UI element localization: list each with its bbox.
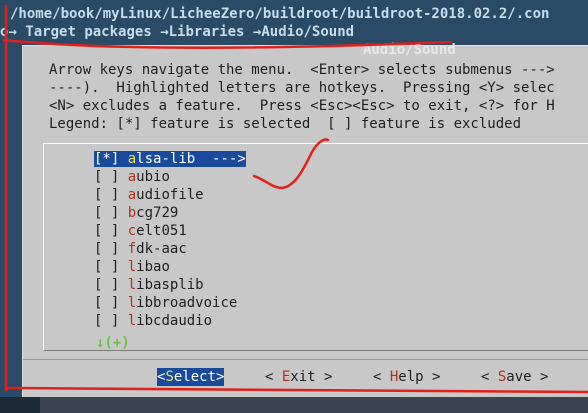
help-line: <N> excludes a feature. Press <Esc><Esc>… — [49, 98, 555, 114]
exit-button[interactable]: < Exit > — [265, 368, 332, 386]
menu-item-libcdaudio[interactable]: [ ] libcdaudio — [94, 312, 212, 330]
menu-item-celt051[interactable]: [ ] celt051 — [94, 222, 187, 240]
hotkey: l — [127, 277, 137, 293]
breadcrumb-arrow-icon: → — [160, 24, 169, 40]
dialog-title: Audio/Sound — [363, 42, 456, 58]
select-button[interactable]: <Select> — [157, 368, 225, 386]
menu-item-label: cg729 — [136, 205, 179, 221]
hotkey: b — [127, 205, 137, 221]
menu-item-label: ubio — [136, 169, 170, 185]
terminal-title-path: /home/book/myLinux/LicheeZero/buildroot/… — [10, 6, 550, 22]
menu-item-audiofile[interactable]: [ ] audiofile — [94, 186, 204, 204]
checkbox[interactable]: [ ] — [94, 277, 119, 293]
menu-item-label: ibbroadvoice — [136, 295, 238, 311]
checkbox[interactable]: [ ] — [94, 223, 119, 239]
menu-item-label: ibasplib — [136, 277, 204, 293]
menu-item-aubio[interactable]: [ ] aubio — [94, 168, 170, 186]
menu-item-label: lsa-lib ---> — [136, 151, 246, 167]
help-text: Arrow keys navigate the menu. <Enter> se… — [49, 61, 555, 133]
help-line: ----). Highlighted letters are hotkeys. … — [49, 80, 555, 96]
menu-item-bcg729[interactable]: [ ] bcg729 — [94, 204, 178, 222]
menu-item-label: dk-aac — [136, 241, 187, 257]
hotkey: a — [127, 187, 137, 203]
checkbox[interactable]: [ ] — [94, 187, 119, 203]
checkbox[interactable]: [ ] — [94, 205, 119, 221]
hotkey: a — [127, 151, 137, 167]
button-separator — [23, 359, 588, 360]
menuconfig-dialog: Audio/Sound Arrow keys navigate the menu… — [22, 42, 588, 398]
menu-list: [*] alsa-lib ---> [ ] aubio [ ] audiofil… — [43, 143, 588, 351]
hotkey: l — [127, 295, 137, 311]
checkbox[interactable]: [*] — [94, 151, 119, 167]
checkbox[interactable]: [ ] — [94, 241, 119, 257]
checkbox[interactable]: [ ] — [94, 295, 119, 311]
breadcrumb-item-target-packages: Target packages — [25, 24, 152, 40]
menu-item-label: ibao — [136, 259, 170, 275]
hotkey: f — [127, 241, 137, 257]
breadcrumb-item-libraries: Libraries — [168, 24, 245, 40]
checkbox[interactable]: [ ] — [94, 169, 119, 185]
menu-item-label: elt051 — [136, 223, 187, 239]
breadcrumb-item-audio-sound: Audio/Sound — [261, 24, 355, 40]
more-items-indicator: ↓(+) — [96, 335, 130, 351]
checkbox[interactable]: [ ] — [94, 313, 119, 329]
help-line: Arrow keys navigate the menu. <Enter> se… — [49, 62, 555, 78]
menu-item-libasplib[interactable]: [ ] libasplib — [94, 276, 204, 294]
hotkey: c — [127, 223, 137, 239]
menu-item-libao[interactable]: [ ] libao — [94, 258, 170, 276]
help-line: Legend: [*] feature is selected [ ] feat… — [49, 116, 522, 132]
hotkey: a — [127, 169, 137, 185]
terminal-bottom-strip — [0, 397, 588, 413]
save-button[interactable]: < Save > — [481, 368, 548, 386]
menu-item-label: ibcdaudio — [136, 313, 213, 329]
hotkey: l — [127, 259, 137, 275]
menu-item-label: udiofile — [136, 187, 204, 203]
hotkey: l — [127, 313, 137, 329]
menu-item-alsa-lib[interactable]: [*] alsa-lib ---> — [94, 150, 246, 168]
menu-item-libbroadvoice[interactable]: [ ] libbroadvoice — [94, 294, 237, 312]
help-button[interactable]: < Help > — [373, 368, 440, 386]
checkbox[interactable]: [ ] — [94, 259, 119, 275]
menu-item-fdk-aac[interactable]: [ ] fdk-aac — [94, 240, 187, 258]
breadcrumb: o→ Target packages →Libraries →Audio/Sou… — [0, 22, 588, 42]
breadcrumb-arrow-icon: → — [8, 24, 17, 40]
